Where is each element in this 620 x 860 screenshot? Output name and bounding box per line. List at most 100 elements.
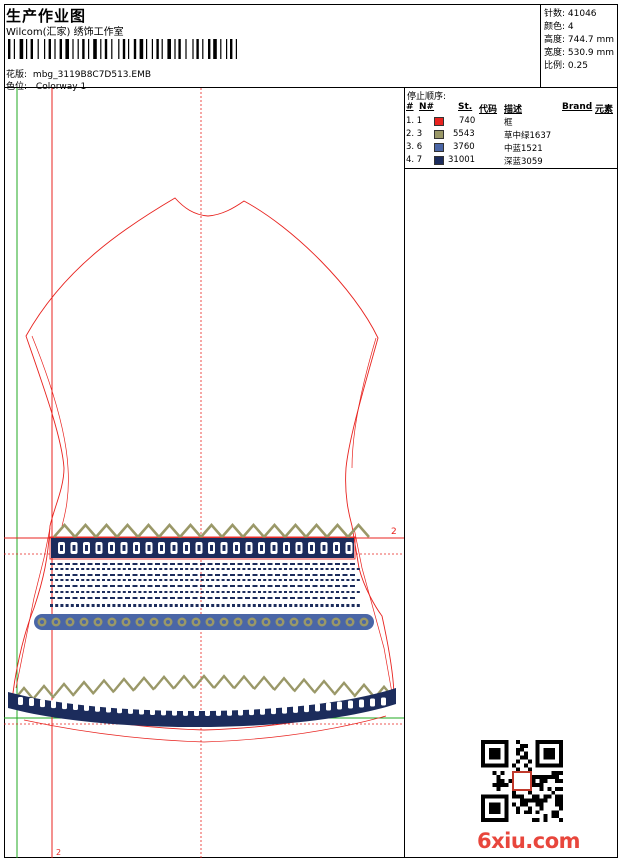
stitch-dash (278, 591, 282, 593)
stitch-dash (200, 585, 205, 587)
qr-module (523, 802, 528, 807)
stitch-dash (206, 568, 209, 570)
qr-module (551, 814, 556, 819)
qr-module (559, 794, 563, 799)
motif-mark (122, 545, 126, 551)
stitch-dash (350, 574, 355, 576)
stitch-dash (289, 568, 293, 570)
stitch-dash (50, 597, 55, 599)
stitch-dash (221, 579, 225, 581)
motif-mark (322, 545, 326, 551)
barcode-bar (59, 39, 62, 59)
motif-mark (326, 702, 331, 711)
site-logo: 6xiu.com (477, 829, 581, 853)
stitch-dash (65, 604, 69, 607)
stitch-dash (110, 585, 115, 587)
stitch-dash (242, 591, 246, 593)
stitch-dash (336, 568, 339, 570)
stitch-dash (221, 604, 225, 607)
stitch-dash (267, 597, 273, 599)
stitch-dash (221, 591, 225, 593)
stitch-dash (247, 579, 251, 581)
stitch-dash (117, 579, 121, 581)
stitch-dash (122, 568, 126, 570)
stitch-dash (222, 597, 228, 599)
qr-module (543, 775, 548, 780)
stitch-dash (207, 585, 213, 587)
stitch-dash (110, 597, 115, 599)
motif-mark (337, 701, 342, 710)
stitch-dash (275, 563, 280, 565)
stitch-dash (215, 574, 220, 576)
color-stop-legend: 停止顺序: # N# St. 代码 描述 Brand 元素 1. 1 740 框… (404, 88, 618, 169)
flower-mark (250, 620, 254, 624)
stitch-dash (72, 563, 78, 565)
color-count: 颜色: 4 (544, 22, 574, 32)
qr-module (504, 782, 509, 787)
qr-module (539, 806, 544, 811)
qr-module (543, 794, 548, 799)
stitch-dash (138, 568, 142, 570)
motif-mark (359, 699, 364, 708)
zigzag-mark (221, 523, 244, 538)
stitch-dash (284, 579, 287, 581)
stitch-dash (284, 568, 287, 570)
legend-header-element: 元素 (595, 105, 614, 115)
legend-header-st: St. (458, 102, 473, 112)
stitch-dash (342, 585, 348, 587)
motif-mark (370, 698, 375, 707)
stitch-dash (147, 585, 153, 587)
stitch-dash (170, 574, 175, 576)
header: 生产作业图 Wilcom(汇家) 绣饰工作室 花版: mbg_3119B8C7D… (4, 4, 618, 92)
stitch-dash (143, 579, 147, 581)
stitch-dash (230, 597, 235, 599)
stitch-dash (65, 579, 69, 581)
flower-mark (194, 620, 198, 624)
stitch-dash (341, 604, 345, 607)
stitch-dash (65, 591, 69, 593)
qr-module (500, 771, 505, 776)
thread-description: 草中绿1637 (504, 131, 552, 141)
zigzag-mark (193, 674, 215, 689)
qr-module (539, 779, 544, 783)
stitch-dash (148, 604, 152, 607)
motif-mark (161, 707, 166, 716)
barcode-bar (93, 39, 97, 59)
stitch-dash (154, 568, 157, 570)
stitch-dash (258, 591, 261, 593)
stitch-dash (237, 604, 241, 607)
stitch-dash (91, 568, 95, 570)
qr-module (539, 798, 544, 803)
stop-index: 2. 3 (406, 129, 423, 139)
stitch-dash (70, 568, 74, 570)
stitch-dash (327, 574, 333, 576)
stitch-dash (342, 597, 348, 599)
zigzag-mark (273, 676, 295, 692)
stitch-dash (125, 597, 130, 599)
flower-mark (306, 620, 310, 624)
motif-mark (381, 697, 386, 706)
stitch-dash (237, 585, 243, 587)
stitch-dash (91, 579, 95, 581)
qr-finder (543, 747, 556, 760)
barcode-bar (178, 39, 181, 59)
stitch-dash (312, 597, 318, 599)
stitch-dash (122, 604, 126, 607)
stitch-dash (76, 579, 79, 581)
qr-module (496, 782, 501, 787)
qr-module (527, 798, 532, 803)
qr-module (516, 751, 521, 756)
motif-mark (18, 696, 23, 705)
stitch-dash (60, 591, 64, 593)
stitch-dash (132, 563, 138, 565)
stitch-dash (304, 579, 308, 581)
zigzag-mark (153, 675, 175, 690)
stitch-dash (216, 579, 220, 581)
barcode-bar (192, 39, 194, 59)
stitch-dash (117, 585, 123, 587)
qr-module (496, 775, 501, 780)
zigzag-mark (53, 682, 75, 697)
motif-mark (128, 705, 133, 714)
stitch-dash (96, 579, 100, 581)
stitch-dash (310, 568, 313, 570)
